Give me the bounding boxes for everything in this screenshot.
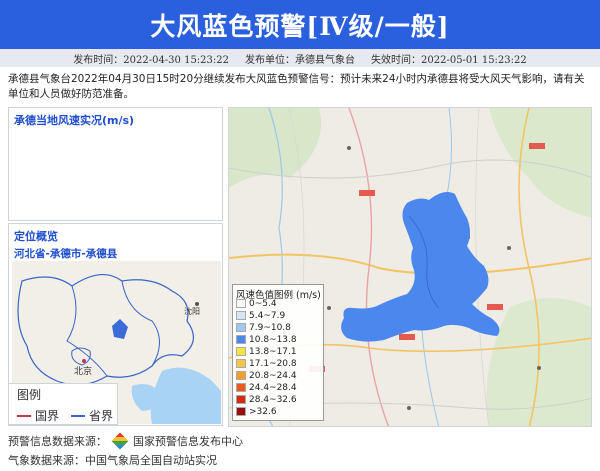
wind-speed-legend: 风速色值图例 (m/s) 0~5.4 5.4~7.9 7.9~10.8 10.8… [232, 284, 324, 421]
warning-meta-bar: 发布时间：2022-04-30 15:23:22 发布单位：承德县气象台 失效时… [0, 49, 600, 67]
map-legend: 图例 国界 省界 [8, 383, 118, 425]
wind-speed-panel-title: 承德当地风速实况(m/s) [14, 114, 135, 127]
speed-legend-item: 0~5.4 [236, 298, 277, 309]
speed-legend-item: 24.4~28.4 [236, 382, 297, 393]
page-header: 大风蓝色预警[Ⅳ级/一般] [0, 0, 600, 49]
legend-national-border: 国界 [17, 407, 59, 424]
speed-legend-item: 17.1~20.8 [236, 358, 297, 369]
shenyang-label: 沈阳 [184, 307, 200, 316]
warning-source-link[interactable]: 国家预警信息发布中心 [133, 433, 243, 449]
speed-legend-item: 28.4~32.6 [236, 394, 297, 405]
national-border-line-icon [17, 414, 31, 417]
warning-title: 大风蓝色预警[Ⅳ级/一般] [150, 11, 450, 41]
speed-legend-item: 13.8~17.1 [236, 346, 297, 357]
legend-province-border: 省界 [71, 407, 113, 424]
location-path: 河北省-承德市-承德县 [14, 248, 118, 260]
publisher: 发布单位：承德县气象台 [245, 54, 355, 66]
speed-legend-item: 5.4~7.9 [236, 310, 285, 321]
weather-data-source: 气象数据来源：中国气象局全国自动站实况 [8, 454, 217, 467]
expire-time: 失效时间：2022-05-01 15:23:22 [371, 54, 527, 66]
speed-legend-item: >32.6 [236, 406, 277, 417]
speed-legend-item: 7.9~10.8 [236, 322, 291, 333]
map-legend-title: 图例 [17, 388, 42, 402]
warning-description: 承德县气象台2022年04月30日15时20分继续发布大风蓝色预警信号：预计未来… [8, 73, 585, 100]
publish-time: 发布时间：2022-04-30 15:23:22 [73, 54, 229, 66]
location-panel-title: 定位概览 [14, 230, 58, 243]
speed-legend-item: 20.8~24.4 [236, 370, 297, 381]
beijing-label: 北京 [74, 367, 93, 377]
speed-legend-item: 10.8~13.8 [236, 334, 297, 345]
warning-center-logo-icon [111, 432, 129, 450]
warning-data-source: 预警信息数据来源： 国家预警信息发布中心 [8, 432, 243, 450]
province-border-line-icon [71, 414, 85, 417]
wind-speed-panel: 承德当地风速实况(m/s) [8, 107, 223, 221]
